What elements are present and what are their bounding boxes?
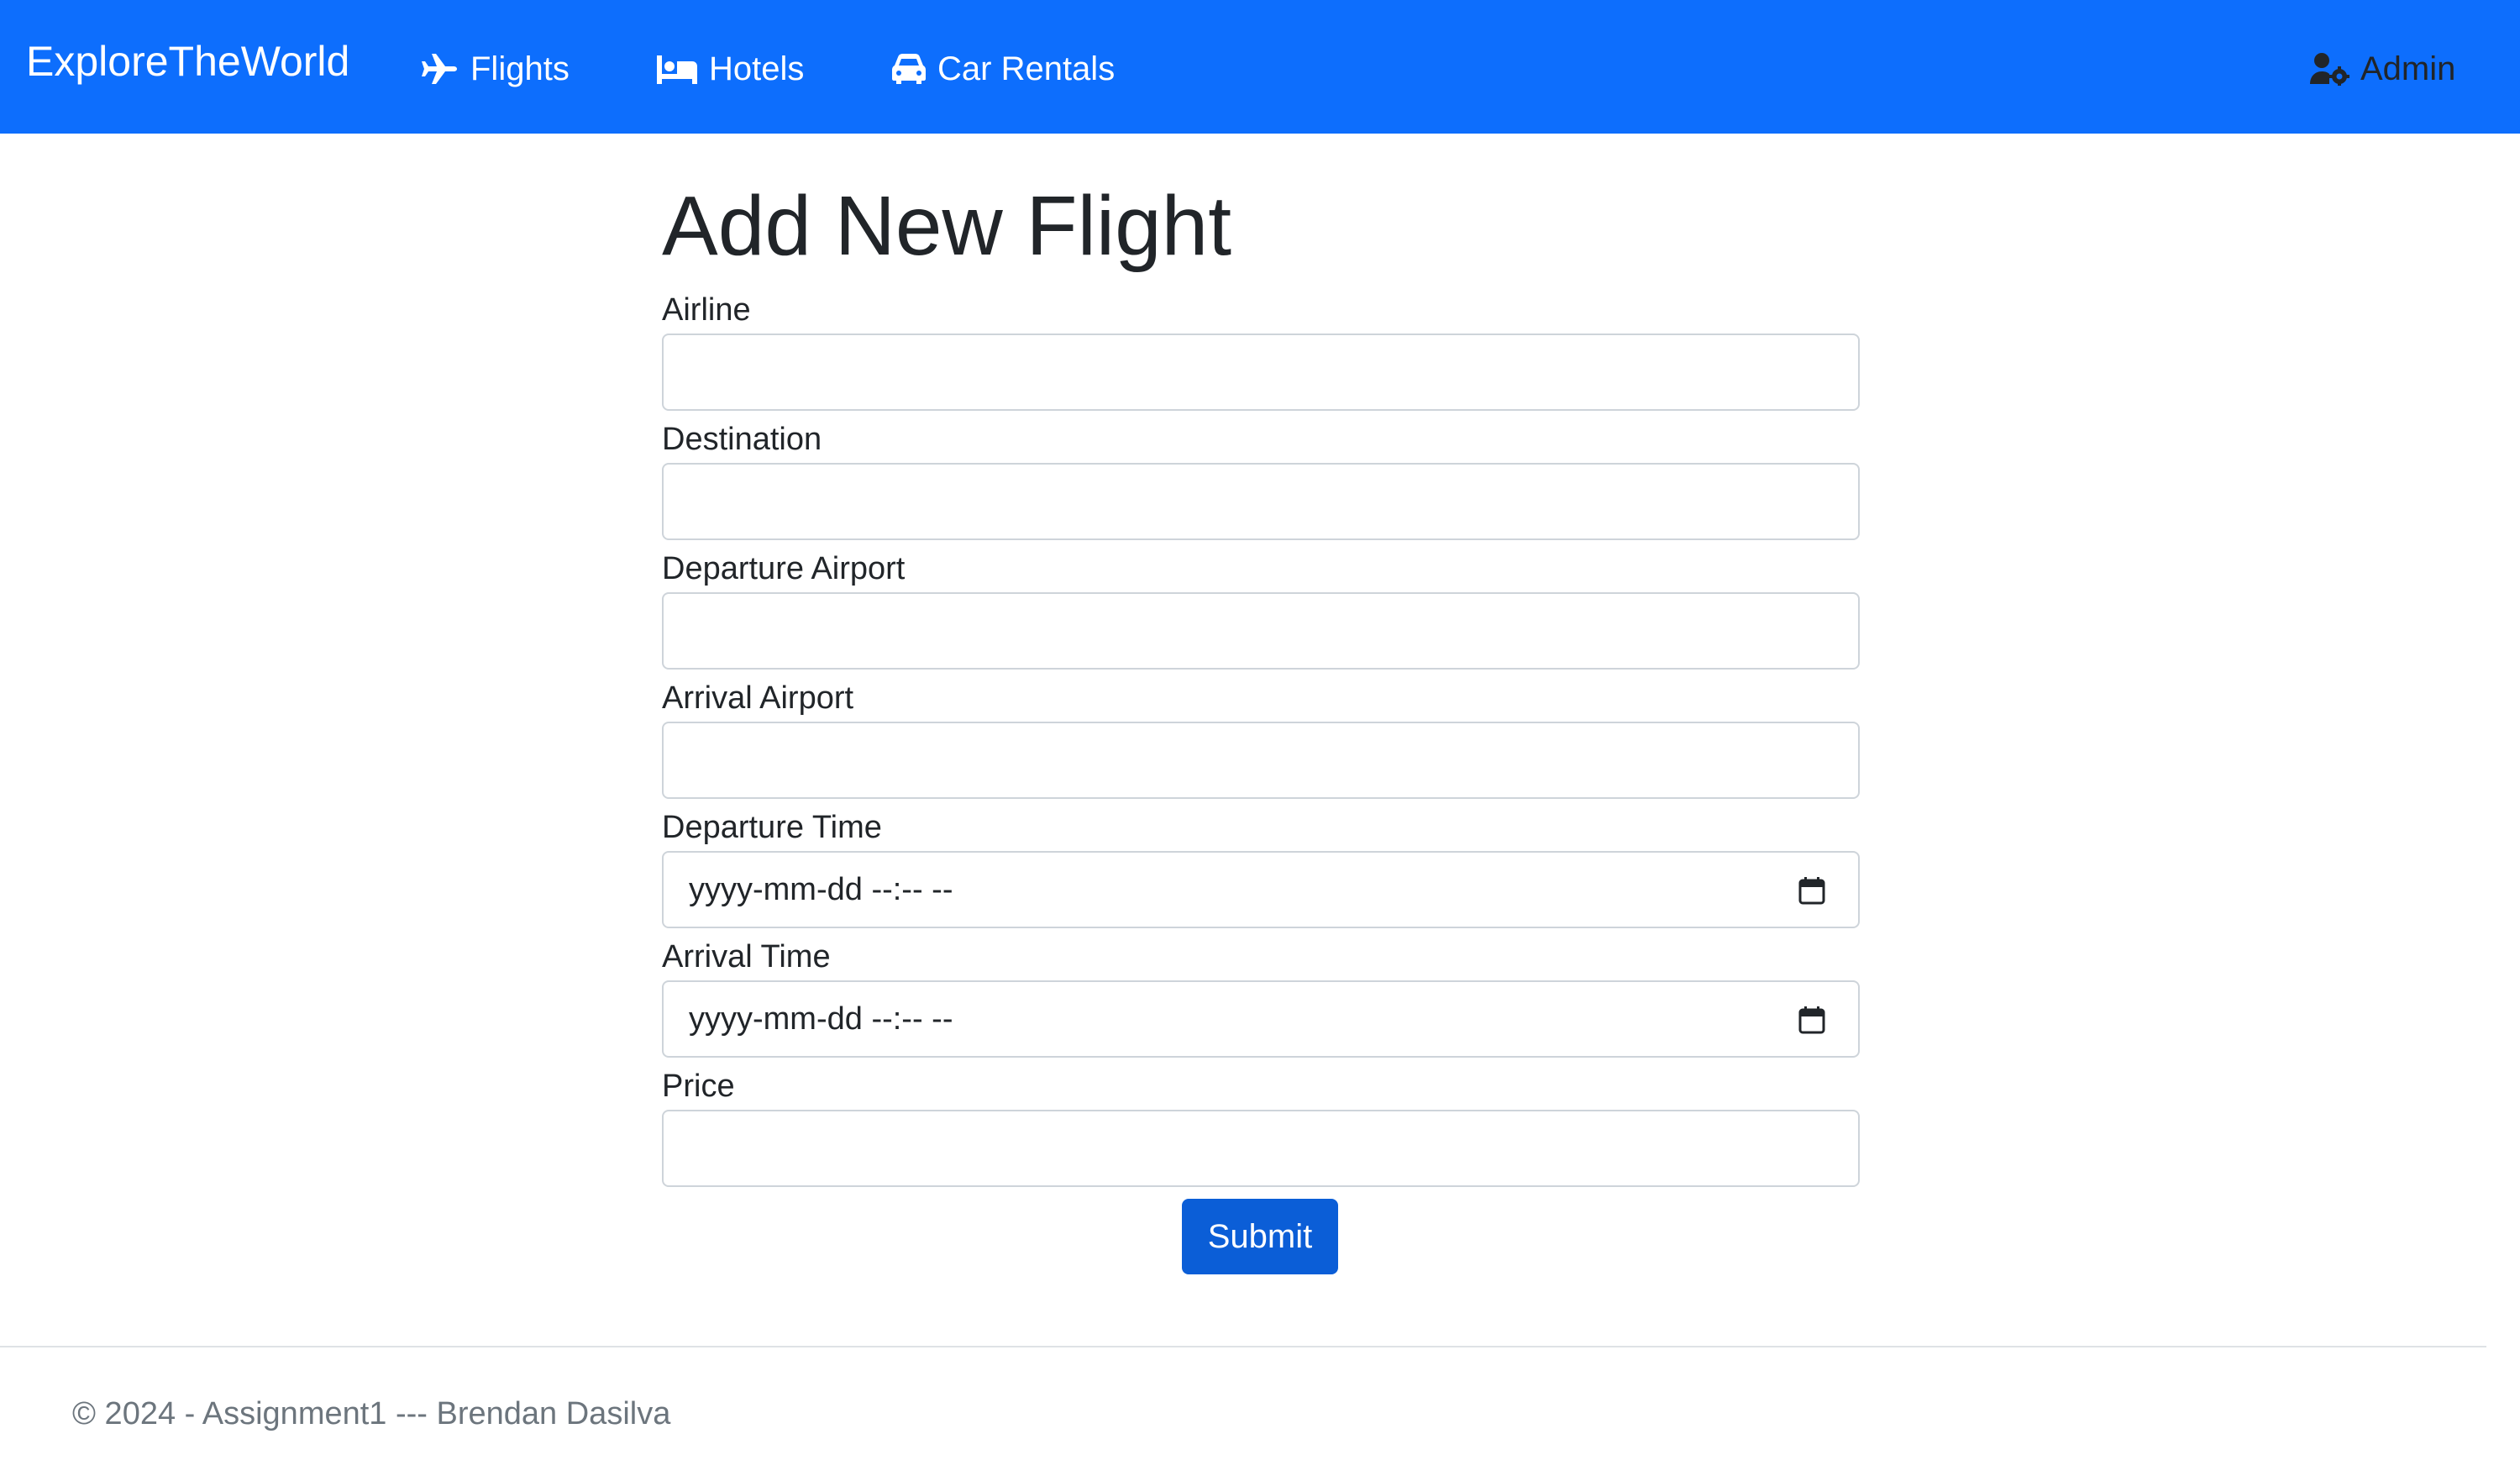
departure-time-value: yyyy-mm-dd --:-- -- (689, 872, 953, 907)
bed-icon (655, 52, 699, 86)
user-gear-icon (2308, 52, 2350, 86)
departure-airport-label: Departure Airport (662, 551, 906, 586)
nav-label-car-rentals: Car Rentals (937, 50, 1116, 87)
arrival-airport-input[interactable] (662, 722, 1860, 799)
car-icon (890, 52, 927, 86)
nav-label-flights: Flights (470, 50, 570, 87)
nav-item-flights[interactable]: Flights (420, 42, 570, 96)
destination-label: Destination (662, 422, 822, 457)
nav-label-admin: Admin (2360, 50, 2456, 87)
price-label: Price (662, 1069, 735, 1104)
departure-time-label: Departure Time (662, 810, 882, 845)
airline-label: Airline (662, 292, 751, 328)
top-navbar: ExploreTheWorld Flights Hotels Car Renta… (0, 0, 2520, 134)
arrival-time-input[interactable]: yyyy-mm-dd --:-- -- (662, 980, 1860, 1058)
footer-divider (0, 1346, 2486, 1347)
submit-button[interactable]: Submit (1182, 1199, 1338, 1274)
page-title: Add New Flight (662, 179, 1232, 273)
nav-item-hotels[interactable]: Hotels (655, 42, 804, 96)
calendar-icon[interactable] (1798, 1006, 1826, 1034)
nav-label-hotels: Hotels (709, 50, 805, 87)
calendar-icon[interactable] (1798, 876, 1826, 905)
arrival-time-value: yyyy-mm-dd --:-- -- (689, 1001, 953, 1037)
departure-airport-input[interactable] (662, 592, 1860, 670)
departure-time-input[interactable]: yyyy-mm-dd --:-- -- (662, 851, 1860, 928)
nav-item-admin[interactable]: Admin (2308, 42, 2455, 96)
footer-text: © 2024 - Assignment1 --- Brendan Dasilva (72, 1396, 671, 1431)
price-input[interactable] (662, 1110, 1860, 1187)
plane-icon (420, 52, 460, 86)
arrival-time-label: Arrival Time (662, 939, 831, 974)
brand-link[interactable]: ExploreTheWorld (26, 34, 349, 89)
arrival-airport-label: Arrival Airport (662, 680, 854, 716)
nav-item-car-rentals[interactable]: Car Rentals (890, 42, 1115, 96)
airline-input[interactable] (662, 334, 1860, 411)
destination-input[interactable] (662, 463, 1860, 540)
